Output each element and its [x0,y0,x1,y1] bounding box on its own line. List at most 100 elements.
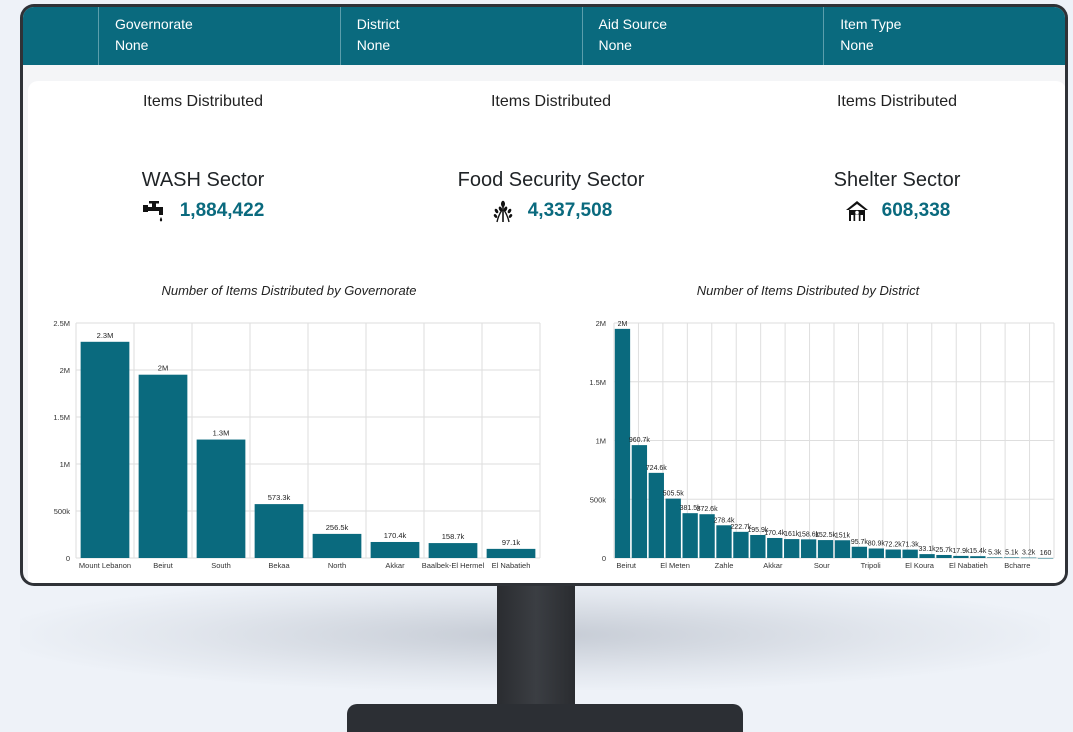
data-label: 724.6k [646,465,668,472]
data-label: 152.5k [815,532,837,539]
bar [868,548,884,558]
data-label: 15.4k [969,548,987,555]
bar [486,548,536,558]
bar [834,540,851,558]
data-label: 1.3M [213,429,230,438]
bar [970,556,986,558]
bar [80,341,130,558]
filter-label: Governorate [115,16,193,32]
bar [1004,557,1020,558]
data-label: 151k [835,532,851,539]
bar [312,533,362,558]
x-tick-label: Baalbek-El Hermel [422,561,485,570]
bar [919,554,935,558]
filter-label: Aid Source [598,16,667,32]
x-tick-label: El Nabatieh [492,561,531,570]
data-label: 71.3k [902,542,920,549]
kpi-value: 4,337,508 [527,200,613,221]
x-tick-label: El Koura [905,561,935,570]
wheat-icon [493,200,512,223]
bar [254,504,304,558]
data-label: 5.1k [1005,549,1019,556]
bar [682,513,698,558]
data-label: 573.3k [268,493,291,502]
bar [953,555,969,558]
shelter-house-icon [845,201,868,221]
bar [987,557,1003,558]
filter-bar-spacer [23,7,99,65]
y-tick-label: 1.5M [53,413,70,422]
x-tick-label: Bekaa [268,561,290,570]
x-tick-label: Bcharre [1004,561,1030,570]
chart-title: Number of Items Distributed by District [696,283,920,298]
y-tick-label: 500k [54,507,71,516]
kpi-caption: Items Distributed [836,93,958,110]
district-bar-chart: 0500k1M1.5M2M 2M960.7k724.6k505.5k381.5k3… [589,319,1055,570]
x-tick-label: Tripoli [861,561,881,570]
filter-aid-source[interactable]: Aid Source None [583,7,825,65]
data-label: 3.2k [1022,550,1036,557]
y-tick-label: 2M [596,319,606,328]
x-tick-label: North [328,561,346,570]
bar [767,537,783,558]
kpi-caption: Items Distributed [490,93,612,110]
x-tick-label: Beirut [616,561,637,570]
y-tick-label: 2M [60,366,70,375]
dashboard-screen: Governorate None District None Aid Sourc… [23,7,1065,583]
data-label: 25.7k [935,547,953,554]
data-label: 2M [158,364,168,373]
data-label: 960.7k [629,437,651,444]
kpi-caption: Items Distributed [142,93,264,110]
filter-label: District [356,16,400,32]
data-label: 33.1k [919,546,937,553]
dashboard-panel: Items Distributed WASH Sector 1,884,422 … [28,81,1065,583]
y-tick-label: 2.5M [53,319,70,328]
data-label: 256.5k [326,523,349,532]
bar [750,534,766,558]
filter-item-type[interactable]: Item Type None [824,7,1065,65]
filter-value: None [356,37,391,53]
bar [648,472,664,558]
filter-district[interactable]: District None [341,7,583,65]
data-label: 97.1k [502,538,521,547]
bar [716,525,732,558]
x-tick-label: Zahle [715,561,734,570]
y-tick-label: 500k [590,495,607,504]
bar [851,546,868,558]
bar [370,541,420,558]
x-tick-label: Akkar [385,561,405,570]
data-label: 170.4k [384,531,407,540]
x-tick-label: South [211,561,231,570]
kpi-sector-name: WASH Sector [141,169,265,191]
data-label: 72.2k [885,542,903,549]
bar [885,549,901,558]
x-tick-label: Beirut [153,561,174,570]
data-label: 2.3M [97,331,114,340]
bar [733,531,749,558]
monitor-frame: Governorate None District None Aid Sourc… [20,4,1068,586]
data-label: 372.6k [697,506,719,513]
bar [665,498,681,558]
data-label: 5.3k [988,549,1002,556]
kpi-value: 1,884,422 [179,200,265,221]
bar [138,374,188,558]
bar [902,549,918,558]
filter-label: Item Type [840,16,902,32]
data-label: 2M [618,321,628,328]
filter-bar: Governorate None District None Aid Sourc… [23,7,1065,65]
y-tick-label: 1M [60,460,70,469]
bar [196,439,246,558]
x-tick-label: Mount Lebanon [79,561,131,570]
filter-governorate[interactable]: Governorate None [99,7,341,65]
bar [631,445,648,558]
bar [800,539,817,558]
data-label: 158.7k [442,532,465,541]
data-label: 17.9k [952,548,970,555]
kpi-sector-name: Food Security Sector [457,169,645,191]
y-tick-label: 1.5M [589,378,606,387]
bar [614,328,631,558]
y-tick-label: 0 [66,554,70,563]
bar [817,540,834,558]
data-label: 80.9k [868,540,886,547]
data-label: 505.5k [663,491,685,498]
